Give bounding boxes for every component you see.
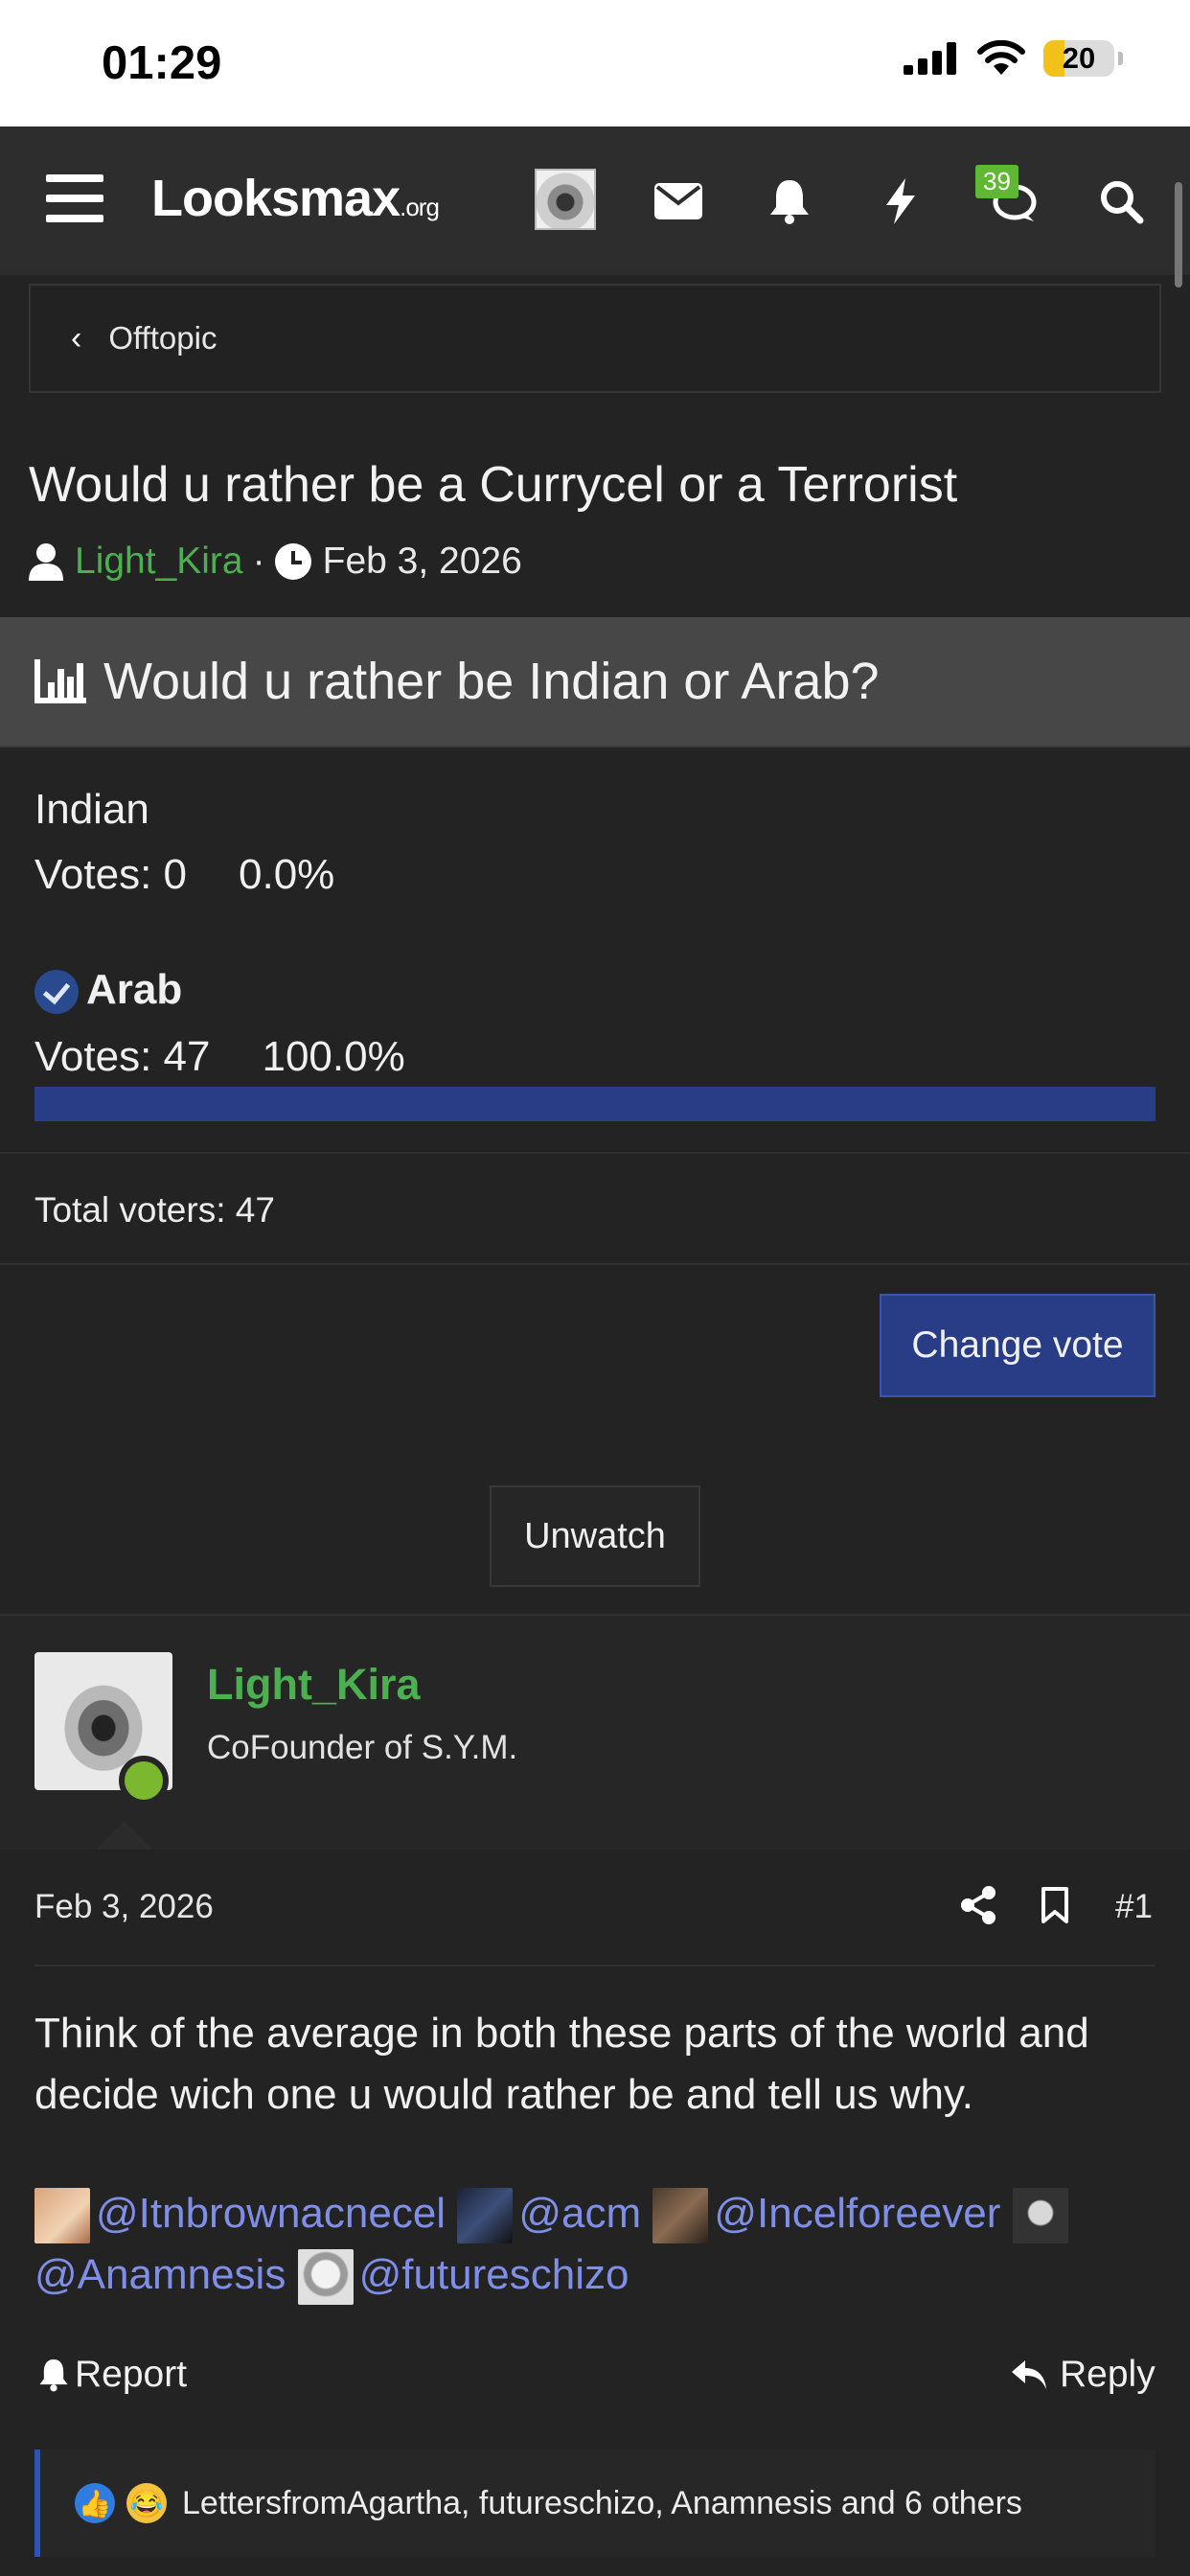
poll-vote-count: Votes: 0	[34, 851, 188, 898]
poll-option-label-selected: Arab	[34, 966, 183, 1015]
laughing-icon: 😂	[126, 2483, 167, 2523]
post-user-title: CoFounder of S.Y.M.	[207, 1729, 518, 1766]
report-button[interactable]: Report	[38, 2354, 187, 2396]
logo-main: Looksmax	[151, 170, 400, 227]
change-vote-button[interactable]: Change vote	[880, 1294, 1156, 1397]
report-label: Report	[75, 2354, 188, 2395]
poll-option-votes: Votes: 0 0.0%	[34, 851, 334, 899]
poll-chart-icon	[34, 659, 86, 703]
divider	[0, 1152, 1190, 1154]
top-nav: Looksmax.org 39	[0, 126, 1190, 275]
divider	[0, 1263, 1190, 1265]
meta-separator: ·	[252, 540, 265, 582]
breadcrumb[interactable]: ‹ Offtopic	[29, 284, 1161, 393]
clock-icon	[274, 543, 311, 580]
chat-badge: 39	[975, 165, 1018, 198]
battery-icon: 20	[1043, 40, 1114, 77]
scrollbar[interactable]	[1175, 182, 1182, 288]
reactions-users: LettersfromAgartha, futureschizo, Anamne…	[182, 2484, 1022, 2521]
thread-date[interactable]: Feb 3, 2026	[323, 540, 522, 583]
signal-icon	[904, 42, 956, 75]
search-icon[interactable]	[1094, 174, 1148, 228]
poll-option-votes: Votes: 47 100.0%	[34, 1033, 405, 1081]
poll-question: Would u rather be Indian or Arab?	[103, 653, 880, 710]
bolt-icon[interactable]	[874, 174, 927, 228]
reply-button[interactable]: Reply	[1010, 2354, 1156, 2396]
site-logo[interactable]: Looksmax.org	[151, 169, 440, 228]
poll-header: Would u rather be Indian or Arab?	[0, 617, 1190, 748]
poll-result-bar	[34, 1087, 1156, 1121]
post-body: Think of the average in both these parts…	[34, 2010, 1089, 2118]
battery-tip	[1118, 52, 1123, 65]
mention-link[interactable]: @Itnbrownacnecel	[96, 2190, 446, 2237]
post-pointer	[96, 1821, 153, 1850]
battery-level: 20	[1062, 41, 1096, 75]
bell-icon	[39, 2359, 68, 2392]
reactions-bar[interactable]: 👍 😂 LettersfromAgartha, futureschizo, An…	[34, 2450, 1156, 2557]
post-username[interactable]: Light_Kira	[207, 1660, 421, 1710]
mention-avatar	[1012, 2188, 1068, 2244]
poll-result-fill	[34, 1087, 1156, 1121]
mention-link[interactable]: @acm	[518, 2190, 641, 2237]
poll-vote-count: Votes: 47	[34, 1033, 211, 1080]
poll-option-label: Indian	[34, 786, 149, 833]
unwatch-button[interactable]: Unwatch	[490, 1485, 700, 1587]
user-icon	[29, 543, 63, 581]
breadcrumb-label: Offtopic	[108, 320, 217, 356]
poll-option-text: Arab	[86, 966, 183, 1013]
thread-meta: Light_Kira · Feb 3, 2026	[29, 540, 522, 583]
thread-title: Would u rather be a Currycel or a Terror…	[29, 457, 958, 513]
chevron-left-icon: ‹	[71, 319, 82, 356]
account-avatar[interactable]	[535, 169, 596, 230]
mention-avatar	[297, 2249, 354, 2306]
check-circle-icon	[34, 970, 79, 1015]
menu-icon[interactable]	[46, 174, 103, 222]
post-mentions: @Itnbrownacnecel @acm @Incelforeever @An…	[34, 2183, 1165, 2306]
thread-author[interactable]: Light_Kira	[75, 540, 243, 583]
online-indicator	[119, 1756, 169, 1806]
mention-avatar	[457, 2188, 514, 2244]
thumbs-up-icon: 👍	[75, 2483, 115, 2523]
poll-vote-percent: 100.0%	[262, 1033, 405, 1080]
status-icons: 20	[904, 40, 1123, 77]
reply-label: Reply	[1060, 2354, 1156, 2395]
mention-avatar	[652, 2188, 709, 2244]
post-date[interactable]: Feb 3, 2026	[34, 1888, 214, 1926]
mention-avatar	[34, 2188, 90, 2244]
poll-vote-percent: 0.0%	[239, 851, 335, 898]
status-bar: 01:29 20	[0, 0, 1190, 126]
wifi-icon	[977, 40, 1025, 75]
mention-link[interactable]: @futureschizo	[359, 2251, 629, 2298]
bookmark-icon[interactable]	[1041, 1886, 1069, 1924]
logo-suffix: .org	[400, 193, 440, 221]
mention-link[interactable]: @Anamnesis	[34, 2251, 286, 2298]
inbox-icon[interactable]	[652, 174, 705, 228]
mention-link[interactable]: @Incelforeever	[714, 2190, 1000, 2237]
post-number[interactable]: #1	[1115, 1888, 1153, 1926]
poll-total-voters: Total voters: 47	[34, 1190, 275, 1230]
divider	[34, 1965, 1156, 1966]
bell-icon[interactable]	[763, 174, 816, 228]
share-icon[interactable]	[960, 1886, 996, 1924]
post-user-block: Light_Kira CoFounder of S.Y.M.	[0, 1616, 1190, 1850]
status-time: 01:29	[102, 37, 222, 89]
reply-icon	[1012, 2360, 1046, 2389]
